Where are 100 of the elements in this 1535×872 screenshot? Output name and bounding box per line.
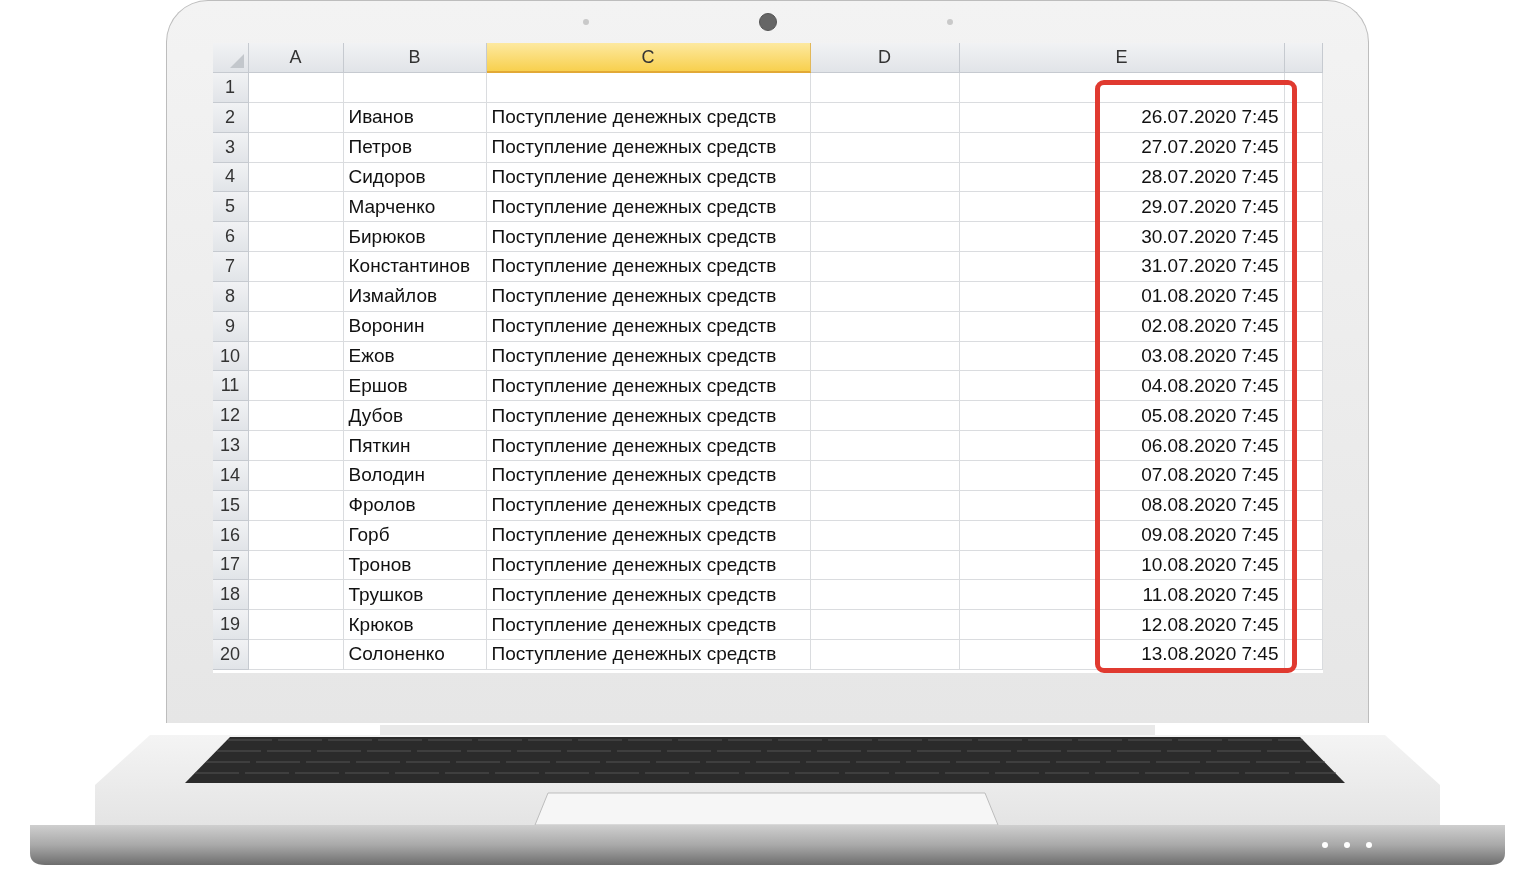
row-header[interactable]: 10 bbox=[212, 341, 249, 372]
table-cell bbox=[1284, 222, 1323, 253]
table-cell: 01.08.2020 7:45 bbox=[959, 281, 1285, 312]
row-header[interactable]: 2 bbox=[212, 102, 249, 133]
table-cell: 11.08.2020 7:45 bbox=[959, 580, 1285, 611]
table-cell: Поступление денежных средств bbox=[486, 520, 811, 551]
row-header[interactable]: 11 bbox=[212, 371, 249, 402]
table-cell: Константинов bbox=[343, 252, 487, 282]
table-cell: Поступление денежных средств bbox=[486, 311, 811, 342]
table-cell: Горб bbox=[343, 520, 487, 551]
table-cell: 12.08.2020 7:45 bbox=[959, 610, 1285, 641]
table-cell bbox=[1284, 550, 1323, 581]
row-header[interactable]: 14 bbox=[212, 460, 249, 491]
table-cell: Поступление денежных средств bbox=[486, 371, 811, 402]
table-cell bbox=[1284, 162, 1323, 193]
table-cell bbox=[1284, 102, 1323, 133]
table-cell: 04.08.2020 7:45 bbox=[959, 371, 1285, 402]
table-cell: 08.08.2020 7:45 bbox=[959, 490, 1285, 521]
row-header[interactable]: 9 bbox=[212, 311, 249, 342]
table-cell: Поступление денежных средств bbox=[486, 460, 811, 491]
table-cell: Сидоров bbox=[343, 162, 487, 193]
row-header[interactable]: 7 bbox=[212, 252, 249, 282]
table-cell: 31.07.2020 7:45 bbox=[959, 252, 1285, 282]
table-cell bbox=[1284, 520, 1323, 551]
column-header[interactable]: B bbox=[343, 43, 487, 73]
table-cell: 09.08.2020 7:45 bbox=[959, 520, 1285, 551]
table-cell: Поступление денежных средств bbox=[486, 401, 811, 432]
table-cell: Пяткин bbox=[343, 431, 487, 461]
table-cell bbox=[1284, 431, 1323, 461]
row-header[interactable]: 18 bbox=[212, 580, 249, 611]
table-cell: Поступление денежных средств bbox=[486, 162, 811, 193]
table-cell: Бирюков bbox=[343, 222, 487, 253]
table-cell: Поступление денежных средств bbox=[486, 341, 811, 372]
table-cell: Поступление денежных средств bbox=[486, 192, 811, 223]
table-cell: Поступление денежных средств bbox=[486, 580, 811, 611]
table-cell: Поступление денежных средств bbox=[486, 252, 811, 282]
table-cell: Измайлов bbox=[343, 281, 487, 312]
table-cell: Поступление денежных средств bbox=[486, 640, 811, 670]
table-cell bbox=[1284, 580, 1323, 611]
row-header[interactable]: 13 bbox=[212, 431, 249, 461]
row-header[interactable]: 6 bbox=[212, 222, 249, 253]
table-cell: Поступление денежных средств bbox=[486, 132, 811, 163]
row-header[interactable]: 4 bbox=[212, 162, 249, 193]
table-cell: Поступление денежных средств bbox=[486, 550, 811, 581]
select-all-button[interactable] bbox=[212, 43, 249, 73]
row-header[interactable]: 1 bbox=[212, 73, 249, 103]
table-cell: Солоненко bbox=[343, 640, 487, 670]
column-header[interactable]: D bbox=[810, 43, 960, 73]
table-cell bbox=[1284, 132, 1323, 163]
table-cell: 27.07.2020 7:45 bbox=[959, 132, 1285, 163]
sensor-icon bbox=[946, 19, 953, 25]
column-header[interactable]: A bbox=[248, 43, 344, 73]
table-cell: Володин bbox=[343, 460, 487, 491]
table-cell: 13.08.2020 7:45 bbox=[959, 640, 1285, 670]
row-header[interactable]: 5 bbox=[212, 192, 249, 223]
row-header[interactable]: 20 bbox=[212, 640, 249, 670]
table-cell bbox=[1284, 490, 1323, 521]
table-cell: 07.08.2020 7:45 bbox=[959, 460, 1285, 491]
row-header[interactable]: 8 bbox=[212, 281, 249, 312]
table-cell: Поступление денежных средств bbox=[486, 431, 811, 461]
table-cell bbox=[1284, 371, 1323, 402]
row-header[interactable]: 17 bbox=[212, 550, 249, 581]
table-cell: Ершов bbox=[343, 371, 487, 402]
table-cell bbox=[1284, 311, 1323, 342]
table-cell: 03.08.2020 7:45 bbox=[959, 341, 1285, 372]
table-cell: 10.08.2020 7:45 bbox=[959, 550, 1285, 581]
table-cell: Поступление денежных средств bbox=[486, 490, 811, 521]
table-cell bbox=[1284, 401, 1323, 432]
table-cell: Поступление денежных средств bbox=[486, 610, 811, 641]
table-cell bbox=[1284, 73, 1323, 103]
table-cell bbox=[1284, 460, 1323, 491]
row-header[interactable]: 15 bbox=[212, 490, 249, 521]
table-cell: Дубов bbox=[343, 401, 487, 432]
column-header[interactable]: E bbox=[959, 43, 1285, 73]
table-cell: 26.07.2020 7:45 bbox=[959, 102, 1285, 133]
table-cell: 02.08.2020 7:45 bbox=[959, 311, 1285, 342]
table-cell: Поступление денежных средств bbox=[486, 281, 811, 312]
row-header[interactable]: 16 bbox=[212, 520, 249, 551]
table-cell bbox=[1284, 341, 1323, 372]
row-header[interactable]: 19 bbox=[212, 610, 249, 641]
table-cell: Трушков bbox=[343, 580, 487, 611]
table-cell: Поступление денежных средств bbox=[486, 102, 811, 133]
table-cell: Иванов bbox=[343, 102, 487, 133]
triangle-icon bbox=[229, 54, 244, 68]
table-cell bbox=[1284, 252, 1323, 282]
table-cell: Крюков bbox=[343, 610, 487, 641]
row-header[interactable]: 3 bbox=[212, 132, 249, 163]
table-cell: 06.08.2020 7:45 bbox=[959, 431, 1285, 461]
table-cell: Воронин bbox=[343, 311, 487, 342]
column-header[interactable] bbox=[1284, 43, 1323, 73]
row-header[interactable]: 12 bbox=[212, 401, 249, 432]
column-header[interactable]: C bbox=[486, 43, 811, 73]
table-cell: Марченко bbox=[343, 192, 487, 223]
table-cell: 29.07.2020 7:45 bbox=[959, 192, 1285, 223]
table-cell: Тронов bbox=[343, 550, 487, 581]
table-cell: Поступление денежных средств bbox=[486, 222, 811, 253]
table-cell: 30.07.2020 7:45 bbox=[959, 222, 1285, 253]
table-cell bbox=[1284, 192, 1323, 223]
table-cell: Ежов bbox=[343, 341, 487, 372]
sensor-icon bbox=[582, 19, 589, 25]
